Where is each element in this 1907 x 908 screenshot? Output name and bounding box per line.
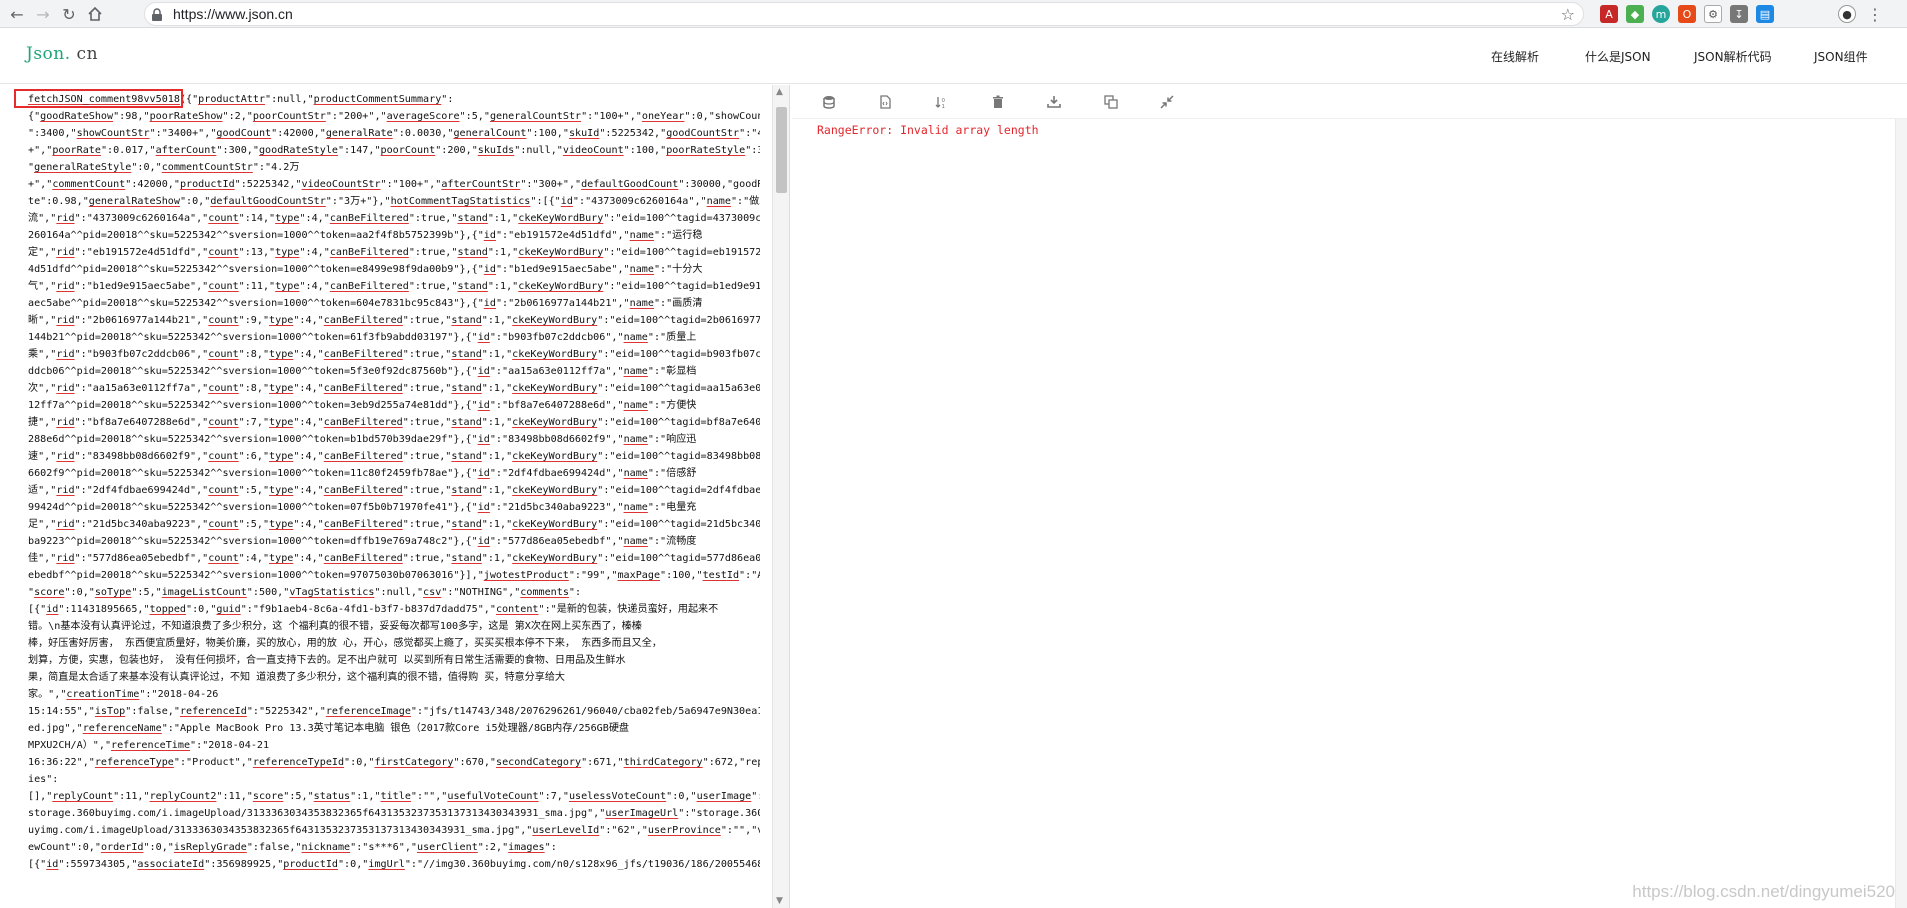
site-header: Json. cn 在线解析 什么是JSON JSON解析代码 JSON组件: [0, 28, 1907, 84]
code-line: 定","rid":"eb191572e4d51dfd","count":13,"…: [28, 247, 760, 258]
nav-json-parse-code[interactable]: JSON解析代码: [1694, 48, 1772, 65]
browser-toolbar: ← → ↻ https://www.json.cn ☆ A ◆ m O ⚙ ↧ …: [0, 0, 1907, 28]
copy-icon[interactable]: [1102, 93, 1120, 111]
code-line: 流","rid":"4373009c6260164a","count":14,"…: [28, 213, 760, 224]
home-icon[interactable]: [84, 3, 106, 25]
nav-json-components[interactable]: JSON组件: [1814, 48, 1868, 65]
back-icon[interactable]: ←: [6, 3, 28, 25]
green-extension-icon[interactable]: ◆: [1626, 5, 1644, 23]
code-line: 佳","rid":"577d86ea05ebedbf","count":4,"t…: [28, 553, 760, 564]
code-line: {"goodRateShow":98,"poorRateShow":2,"poo…: [28, 111, 760, 122]
json-input-text[interactable]: fetchJSON_comment98vv5018({"productAttr"…: [28, 91, 760, 873]
scroll-up-icon[interactable]: ▲: [776, 87, 783, 97]
code-line: ":3400,"showCountStr":"3400+","goodCount…: [28, 128, 760, 139]
code-line: [],"replyCount":11,"replyCount2":11,"sco…: [28, 791, 760, 802]
code-line: "score":0,"soType":5,"imageListCount":50…: [28, 587, 582, 598]
code-line: 99424d^^pid=20018^^sku=5225342^^sversion…: [28, 502, 697, 513]
code-line: ebedbf^^pid=20018^^sku=5225342^^sversion…: [28, 570, 760, 581]
bookmark-star-icon[interactable]: ☆: [1561, 5, 1575, 24]
logo-main: Json.: [26, 44, 71, 64]
code-line: 棒，好压害好厉害， 东西便宜质量好，物美价廉，买的放心，用的放 心，开心，感觉都…: [28, 638, 662, 649]
code-line: 288e6d^^pid=20018^^sku=5225342^^sversion…: [28, 434, 697, 445]
reload-icon[interactable]: ↻: [58, 3, 80, 25]
code-line: 6602f9^^pid=20018^^sku=5225342^^sversion…: [28, 468, 697, 479]
logo-suffix: cn: [76, 44, 99, 64]
code-line: ed.jpg","referenceName":"Apple MacBook P…: [28, 723, 630, 734]
code-line: 捷","rid":"bf8a7e6407288e6d","count":7,"t…: [28, 417, 760, 428]
lock-icon: [151, 7, 165, 21]
code-line: 划算，方便，实惠，包装也好， 没有任何损坏，合一直支持下去的。足不出户就可 以买…: [28, 655, 626, 666]
code-line: ewCount":0,"orderId":0,"isReplyGrade":fa…: [28, 842, 557, 853]
site-logo[interactable]: Json. cn: [26, 44, 98, 64]
code-line: 次","rid":"aa15a63e0112ff7a","count":8,"t…: [28, 383, 760, 394]
code-line: ba9223^^pid=20018^^sku=5225342^^sversion…: [28, 536, 697, 547]
trash-icon[interactable]: [989, 93, 1007, 111]
scrollbar-thumb[interactable]: [776, 107, 787, 193]
compress-icon[interactable]: [1158, 93, 1176, 111]
code-line: [{"id":559734305,"associateId":356989925…: [28, 859, 760, 870]
code-line: "generalRateStyle":0,"commentCountStr":"…: [28, 162, 300, 173]
code-line: MPXU2CH/A）","referenceTime":"2018-04-21: [28, 740, 270, 751]
code-line: te":0.98,"generalRateShow":0,"defaultGoo…: [28, 196, 760, 207]
office-extension-icon[interactable]: O: [1678, 5, 1696, 23]
pdf-extension-icon[interactable]: A: [1600, 5, 1618, 23]
code-line: +","poorRate":0.017,"afterCount":300,"go…: [28, 145, 760, 156]
url-text: https://www.json.cn: [173, 6, 293, 22]
code-line: 15:14:55","isTop":false,"referenceId":"5…: [28, 706, 760, 717]
code-line: 错。\n基本没有认真评论过，不知道浪费了多少积分，这 个福利真的很不错，妥妥每次…: [28, 621, 642, 632]
forward-icon[interactable]: →: [32, 3, 54, 25]
code-line: 260164a^^pid=20018^^sku=5225342^^sversio…: [28, 230, 703, 241]
blue-extension-icon[interactable]: ▤: [1756, 5, 1774, 23]
code-line: storage.360buyimg.com/i.imageUpload/3133…: [28, 808, 760, 819]
scroll-down-icon[interactable]: ▼: [776, 896, 783, 906]
code-line: 晰","rid":"2b0616977a144b21","count":9,"t…: [28, 315, 760, 326]
code-line: 12ff7a^^pid=20018^^sku=5225342^^sversion…: [28, 400, 697, 411]
watermark: https://blog.csdn.net/dingyumei520: [1632, 882, 1895, 901]
code-line: [{"id":11431895665,"topped":0,"guid":"f9…: [28, 604, 719, 615]
code-line: 家。","creationTime":"2018-04-26: [28, 689, 219, 700]
menu-dots-icon[interactable]: ⋮: [1866, 5, 1884, 24]
gear-extension-icon[interactable]: ⚙: [1704, 5, 1722, 23]
address-bar[interactable]: https://www.json.cn ☆: [144, 2, 1584, 26]
code-line: 乘","rid":"b903fb07c2ddcb06","count":8,"t…: [28, 349, 760, 360]
parse-error-message: RangeError: Invalid array length: [817, 123, 1039, 137]
code-line: 4d51dfd^^pid=20018^^sku=5225342^^sversio…: [28, 264, 703, 275]
code-line: 速","rid":"83498bb08d6602f9","count":6,"t…: [28, 451, 760, 462]
output-scrollbar[interactable]: [1895, 119, 1907, 908]
download-icon[interactable]: [1045, 93, 1063, 111]
code-line: 144b21^^pid=20018^^sku=5225342^^sversion…: [28, 332, 697, 343]
file-code-icon[interactable]: [876, 93, 894, 111]
input-scrollbar[interactable]: ▲ ▼: [772, 85, 789, 908]
database-icon[interactable]: [820, 93, 838, 111]
nav-online-parse[interactable]: 在线解析: [1491, 48, 1539, 65]
download-extension-icon[interactable]: ↧: [1730, 5, 1748, 23]
sort-icon[interactable]: 01: [932, 93, 950, 111]
code-line: 足","rid":"21d5bc340aba9223","count":5,"t…: [28, 519, 760, 530]
code-line: 果，简直是太合适了来基本没有认真评论过，不知 道浪费了多少积分，这个福利真的很不…: [28, 672, 566, 683]
code-line: 16:36:22","referenceType":"Product","ref…: [28, 757, 760, 768]
json-input-pane[interactable]: fetchJSON_comment98vv5018({"productAttr"…: [0, 85, 790, 908]
m-extension-icon[interactable]: m: [1652, 5, 1670, 23]
nav-what-is-json[interactable]: 什么是JSON: [1585, 48, 1651, 65]
profile-icon[interactable]: ●: [1838, 5, 1856, 23]
code-line: 适","rid":"2df4fdbae699424d","count":5,"t…: [28, 485, 760, 496]
code-line: 气","rid":"b1ed9e915aec5abe","count":11,"…: [28, 281, 760, 292]
output-toolbar: 01: [792, 85, 1907, 119]
code-line: ies":: [28, 774, 59, 785]
code-line: uyimg.com/i.imageUpload/3133363034353832…: [28, 825, 760, 836]
callback-name-highlight: [14, 89, 183, 108]
svg-text:1: 1: [942, 104, 946, 109]
code-line: ddcb06^^pid=20018^^sku=5225342^^sversion…: [28, 366, 697, 377]
code-line: +","commentCount":42000,"productId":5225…: [28, 179, 760, 190]
code-line: aec5abe^^pid=20018^^sku=5225342^^sversio…: [28, 298, 703, 309]
json-output-pane: 01 RangeError: Invalid array length: [792, 85, 1907, 908]
